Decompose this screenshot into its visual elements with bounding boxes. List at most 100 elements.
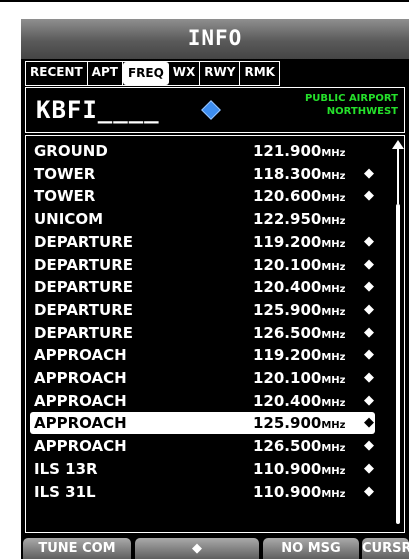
frequency-row[interactable]: APPROACH 120.400MHz ◆ [30,390,375,412]
info-screen: INFO RECENT APT FREQ WX RWY RMK KBFI____… [21,19,409,559]
frequency-list[interactable]: GROUND 121.900MHz TOWER 118.300MHz ◆ TOWER 120… [25,135,405,533]
tab-freq[interactable]: FREQ [122,62,169,85]
frequency-number: 118.300 [253,164,322,183]
airport-header: KBFI____ PUBLIC AIRPORT NORTHWEST [25,87,405,133]
frequency-unit: MHz [321,216,346,228]
airport-type-line1: PUBLIC AIRPORT [304,93,398,104]
frequency-value: 120.600MHz [253,185,345,210]
frequency-value: 110.900MHz [253,458,345,483]
frequency-value: 122.950MHz [253,208,345,233]
frequency-row[interactable]: DEPARTURE 120.100MHz ◆ [30,254,375,276]
frequency-number: 125.900 [253,414,322,433]
frequency-row[interactable]: DEPARTURE 119.200MHz ◆ [30,231,375,253]
frequency-name: DEPARTURE [34,300,134,319]
frequency-unit: MHz [321,238,346,250]
cursor-softkey[interactable]: CURSR [362,538,409,559]
frequency-value: 125.900MHz [253,412,345,437]
frequency-number: 122.950 [253,210,322,229]
frequency-name: ILS 31L [34,482,96,501]
frequency-number: 110.900 [253,459,322,478]
tab-wx[interactable]: WX [169,62,201,85]
frequency-row[interactable]: TOWER 120.600MHz ◆ [30,185,375,207]
frequency-number: 120.400 [253,391,322,410]
frequency-marker-icon: ◆ [364,460,374,476]
frequency-unit: MHz [321,306,346,318]
tune-com-softkey[interactable]: TUNE COM [23,538,131,559]
frequency-value: 110.900MHz [253,481,345,506]
scroll-track [397,148,399,204]
frequency-row[interactable]: DEPARTURE 125.900MHz ◆ [30,299,375,321]
airport-type: PUBLIC AIRPORT NORTHWEST [305,92,398,118]
frequency-marker-icon: ◆ [364,438,374,454]
softkey-bar: TUNE COM ◆ NO MSG CURSR [21,538,409,559]
airport-ident-field[interactable]: KBFI____ [36,96,160,124]
frequency-name: UNICOM [34,210,104,229]
frequency-number: 119.200 [253,346,322,365]
frequency-value: 120.400MHz [253,390,345,415]
tab-rwy[interactable]: RWY [200,62,241,85]
tab-apt[interactable]: APT [88,62,123,85]
frequency-marker-icon: ◆ [364,392,374,408]
frequency-row[interactable]: APPROACH 125.900MHz ◆ [30,412,375,437]
frequency-name: DEPARTURE [34,232,134,251]
frequency-name: DEPARTURE [34,323,134,342]
frequency-unit: MHz [321,170,346,182]
frequency-number: 120.400 [253,278,322,297]
frequency-row[interactable]: APPROACH 119.200MHz ◆ [30,344,375,366]
tab-recent[interactable]: RECENT [26,62,88,85]
frequency-row[interactable]: UNICOM 122.950MHz [30,208,375,230]
frequency-row[interactable]: DEPARTURE 120.400MHz ◆ [30,276,375,298]
scroll-thumb[interactable] [396,204,400,524]
top-border-line [0,0,409,2]
frequency-unit: MHz [321,329,346,341]
frequency-number: 120.100 [253,369,322,387]
frequency-row[interactable]: GROUND 121.900MHz [30,140,375,162]
frequency-unit: MHz [321,488,346,500]
frequency-unit: MHz [321,261,346,273]
frequency-row[interactable]: TOWER 118.300MHz ◆ [30,163,375,185]
frequency-number: 120.600 [253,187,322,206]
frequency-row[interactable]: ILS 31L 110.900MHz ◆ [30,481,375,503]
frequency-marker-icon: ◆ [364,279,374,295]
frequency-row[interactable]: APPROACH 126.500MHz ◆ [30,435,375,457]
frequency-marker-icon: ◆ [364,301,374,317]
frequency-marker-icon: ◆ [364,188,374,204]
scrollbar[interactable] [392,140,404,528]
frequency-row[interactable]: ILS 13R 110.900MHz ◆ [30,458,375,480]
frequency-marker-icon: ◆ [364,233,374,249]
frequency-number: 125.900 [253,300,322,319]
tab-rmk[interactable]: RMK [240,62,278,85]
frequency-value: 119.200MHz [253,344,345,369]
frequency-marker-icon: ◆ [364,483,374,499]
frequency-value: 120.400MHz [253,276,345,301]
frequency-number: 126.500 [253,323,322,342]
airport-type-line2: NORTHWEST [326,106,398,117]
frequency-value: 125.900MHz [253,299,345,324]
frequency-marker-icon: ◆ [364,347,374,363]
frequency-number: 120.100 [253,255,322,274]
frequency-value: 126.500MHz [253,435,345,460]
frequency-unit: MHz [321,352,346,364]
frequency-unit: MHz [321,284,346,296]
frequency-marker-icon: ◆ [364,324,374,340]
frequency-value: 118.300MHz [253,163,345,188]
frequency-name: TOWER [34,187,96,206]
msg-softkey[interactable]: NO MSG [263,538,359,559]
frequency-row[interactable]: DEPARTURE 126.500MHz ◆ [30,322,375,344]
frequency-unit: MHz [321,397,346,409]
frequency-unit: MHz [321,148,346,159]
frequency-value: 120.100MHz [253,254,345,279]
frequency-unit: MHz [321,443,346,455]
frequency-name: GROUND [34,142,108,160]
frequency-marker-icon: ◆ [364,256,374,272]
frequency-value: 120.100MHz [253,367,345,392]
frequency-row[interactable]: APPROACH 120.100MHz ◆ [30,367,375,389]
frequency-name: DEPARTURE [34,255,134,274]
frequency-name: TOWER [34,164,96,183]
frequency-value: 119.200MHz [253,231,345,256]
frequency-marker-icon: ◆ [364,165,374,181]
frequency-value: 121.900MHz [253,140,345,165]
frequency-number: 126.500 [253,437,322,456]
frequency-name: APPROACH [34,346,127,365]
waypoint-softkey[interactable]: ◆ [135,538,259,559]
